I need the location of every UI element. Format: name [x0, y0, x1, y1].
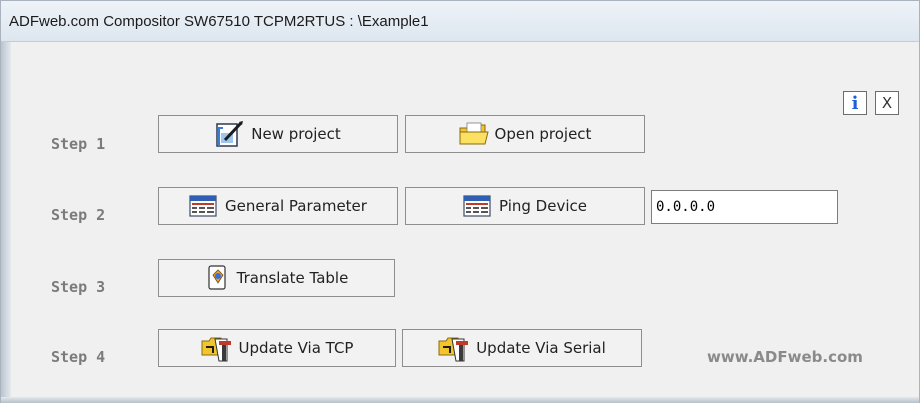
new-project-icon — [215, 119, 245, 149]
title-bar: ADFweb.com Compositor SW67510 TCPM2RTUS … — [1, 1, 919, 42]
info-button[interactable]: i — [843, 91, 867, 115]
translate-table-icon — [205, 265, 231, 291]
open-project-label: Open project — [494, 125, 592, 143]
new-project-button[interactable]: New project — [158, 115, 398, 153]
ip-address-field[interactable] — [651, 190, 838, 224]
translate-table-button[interactable]: Translate Table — [158, 259, 395, 297]
update-via-serial-button[interactable]: Update Via Serial — [402, 329, 642, 367]
step-1-label: Step 1 — [51, 135, 106, 153]
close-button[interactable]: X — [875, 91, 899, 115]
update-via-tcp-label: Update Via TCP — [238, 339, 354, 357]
bottom-border-shade — [1, 397, 919, 403]
ping-device-label: Ping Device — [499, 197, 587, 215]
close-icon: X — [881, 94, 893, 112]
general-parameter-button[interactable]: General Parameter — [158, 187, 398, 225]
translate-table-label: Translate Table — [236, 269, 349, 287]
step-4-label: Step 4 — [51, 348, 106, 366]
info-icon: i — [851, 92, 859, 114]
website-link[interactable]: www.ADFweb.com — [707, 348, 863, 366]
step-3-label: Step 3 — [51, 278, 106, 296]
update-via-tcp-button[interactable]: Update Via TCP — [158, 329, 396, 367]
app-window: ADFweb.com Compositor SW67510 TCPM2RTUS … — [0, 0, 920, 403]
table-window-icon — [463, 194, 493, 218]
step-2-label: Step 2 — [51, 206, 106, 224]
update-device-icon — [201, 333, 233, 363]
update-via-serial-label: Update Via Serial — [476, 339, 606, 357]
folder-open-icon — [459, 121, 489, 147]
general-parameter-label: General Parameter — [225, 197, 367, 215]
window-title: ADFweb.com Compositor SW67510 TCPM2RTUS … — [9, 13, 429, 30]
left-border-shade — [1, 42, 11, 402]
ping-device-button[interactable]: Ping Device — [405, 187, 645, 225]
open-project-button[interactable]: Open project — [405, 115, 645, 153]
new-project-label: New project — [251, 125, 341, 143]
table-window-icon — [189, 194, 219, 218]
update-device-icon — [438, 333, 470, 363]
